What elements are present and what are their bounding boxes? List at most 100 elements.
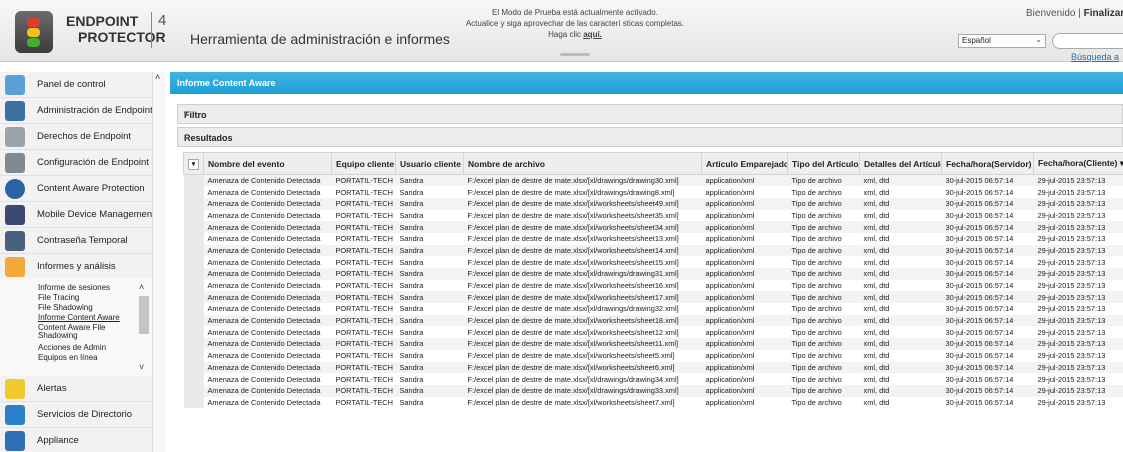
submenu-session-report[interactable]: Informe de sesiones <box>38 284 110 292</box>
shield-icon <box>5 179 25 199</box>
table-row[interactable]: Amenaza de Contenido Detectada PORTATIL-T… <box>183 256 1123 268</box>
row-selector[interactable] <box>183 373 204 385</box>
cell-event: Amenaza de Contenido Detectada <box>207 351 321 361</box>
row-selector[interactable] <box>183 279 204 292</box>
chevron-up-icon[interactable]: ˄ <box>155 72 160 82</box>
cell-item-type: Tipo de archivo <box>791 234 842 244</box>
column-header-matched-item[interactable]: Artículo Emparejado <box>701 152 788 175</box>
sidebar-scrollbar[interactable]: ˄ <box>152 72 166 452</box>
cell-matched-item: application/xml <box>705 351 755 361</box>
table-row[interactable]: Amenaza de Contenido Detectada PORTATIL-T… <box>183 373 1123 385</box>
table-row[interactable]: Amenaza de Contenido Detectada PORTATIL-T… <box>183 174 1123 187</box>
column-menu-button[interactable]: ▾ <box>183 152 204 175</box>
sidebar-item-alerts[interactable]: Alertas <box>0 376 152 402</box>
submenu-content-aware-report[interactable]: Informe Content Aware <box>38 314 120 322</box>
column-header-event[interactable]: Nombre del evento <box>203 152 332 175</box>
cell-user: Sandra <box>395 338 464 350</box>
sidebar-item-temp-password[interactable]: Contraseña Temporal <box>0 228 152 254</box>
table-row[interactable]: Amenaza de Contenido Detectada PORTATIL-T… <box>183 291 1123 304</box>
cell-computer: PORTATIL-TECH <box>335 327 394 337</box>
column-header-client-time[interactable]: Fecha/hora(Cliente) ▾ <box>1033 152 1123 175</box>
advanced-search-link[interactable]: Búsqueda a <box>1071 52 1119 62</box>
submenu-content-aware-shadowing-2[interactable]: Shadowing <box>38 332 78 340</box>
row-selector[interactable] <box>183 326 204 339</box>
submenu-scrollbar[interactable]: ˄ ˅ <box>138 282 150 374</box>
sidebar-item-dashboard[interactable]: Panel de control <box>0 72 152 98</box>
column-header-file[interactable]: Nombre de archivo <box>463 152 702 175</box>
cell-user: Sandra <box>395 244 464 257</box>
row-selector[interactable] <box>183 244 204 257</box>
submenu-online-computers[interactable]: Equipos en línea <box>38 354 98 362</box>
table-row[interactable]: Amenaza de Contenido Detectada PORTATIL-T… <box>183 268 1123 280</box>
cell-computer: PORTATIL-TECH <box>331 384 396 397</box>
table-row[interactable]: Amenaza de Contenido Detectada PORTATIL-T… <box>183 221 1123 233</box>
table-row[interactable]: Amenaza de Contenido Detectada PORTATIL-T… <box>183 279 1123 292</box>
column-header-item-details[interactable]: Detalles del Artículo <box>859 152 942 175</box>
table-row[interactable]: Amenaza de Contenido Detectada PORTATIL-T… <box>183 232 1123 245</box>
submenu-scroll-thumb[interactable] <box>139 296 149 334</box>
sidebar-item-directory[interactable]: Servicios de Directorio <box>0 402 152 428</box>
language-select[interactable]: Español ⌄ <box>958 34 1046 48</box>
sidebar-item-mobile-device[interactable]: Mobile Device Management <box>0 202 155 228</box>
row-selector[interactable] <box>183 291 204 304</box>
sidebar-item-content-aware[interactable]: Content Aware Protection <box>0 176 152 202</box>
row-selector[interactable] <box>183 303 204 315</box>
header-collapse-handle[interactable] <box>560 53 590 56</box>
table-row[interactable]: Amenaza de Contenido Detectada PORTATIL-T… <box>183 314 1123 327</box>
cell-user: Sandra <box>399 397 424 407</box>
row-selector[interactable] <box>183 396 204 409</box>
row-selector[interactable] <box>183 361 204 374</box>
cell-event: Amenaza de Contenido Detectada <box>207 210 321 220</box>
cell-matched-item: application/xml <box>701 361 788 374</box>
row-selector[interactable] <box>183 221 204 233</box>
table-row[interactable]: Amenaza de Contenido Detectada PORTATIL-T… <box>183 349 1123 362</box>
chevron-down-icon[interactable]: ▾ <box>188 158 199 170</box>
cell-item-type: Tipo de archivo <box>791 257 842 267</box>
logout-link[interactable]: Finalizar <box>1084 8 1123 19</box>
row-selector[interactable] <box>183 197 204 210</box>
table-row[interactable]: Amenaza de Contenido Detectada PORTATIL-T… <box>183 209 1123 222</box>
row-selector[interactable] <box>183 174 204 187</box>
column-header-item-type[interactable]: Tipo del Artículo <box>787 152 860 175</box>
submenu-admin-actions[interactable]: Acciones de Admin <box>38 344 106 352</box>
dashboard-icon <box>5 75 25 95</box>
column-header-user[interactable]: Usuario cliente <box>395 152 464 175</box>
sidebar-item-appliance[interactable]: Appliance <box>0 428 152 452</box>
test-mode-link[interactable]: aquí. <box>583 30 602 39</box>
results-panel-header[interactable]: Resultados <box>177 127 1123 147</box>
cell-item-type: Tipo de archivo <box>791 327 842 337</box>
table-row[interactable]: Amenaza de Contenido Detectada PORTATIL-T… <box>183 197 1123 210</box>
sidebar-item-endpoint-admin[interactable]: Administración de Endpoint <box>0 98 153 124</box>
table-row[interactable]: Amenaza de Contenido Detectada PORTATIL-T… <box>183 384 1123 397</box>
table-row[interactable]: Amenaza de Contenido Detectada PORTATIL-T… <box>183 303 1123 315</box>
sidebar-item-endpoint-rights[interactable]: Derechos de Endpoint <box>0 124 152 150</box>
submenu-file-shadowing[interactable]: File Shadowing <box>38 304 93 312</box>
row-selector[interactable] <box>183 256 204 268</box>
column-header-server-time[interactable]: Fecha/hora(Servidor) <box>941 152 1034 175</box>
table-row[interactable]: Amenaza de Contenido Detectada PORTATIL-T… <box>183 361 1123 374</box>
cell-item-details: xml, dtd <box>863 187 890 197</box>
column-header-computer[interactable]: Equipo cliente <box>331 152 396 175</box>
row-selector[interactable] <box>183 268 204 280</box>
table-row[interactable]: Amenaza de Contenido Detectada PORTATIL-T… <box>183 186 1123 198</box>
row-selector[interactable] <box>183 209 204 222</box>
chevron-up-icon[interactable]: ˄ <box>139 282 144 292</box>
submenu-file-tracing[interactable]: File Tracing <box>38 294 79 302</box>
table-row[interactable]: Amenaza de Contenido Detectada PORTATIL-T… <box>183 338 1123 350</box>
table-row[interactable]: Amenaza de Contenido Detectada PORTATIL-T… <box>183 396 1123 409</box>
table-row[interactable]: Amenaza de Contenido Detectada PORTATIL-T… <box>183 244 1123 257</box>
sidebar-item-reports[interactable]: Informes y análisis <box>0 254 152 280</box>
row-selector[interactable] <box>183 314 204 327</box>
row-selector[interactable] <box>183 232 204 245</box>
chevron-down-icon[interactable]: ˅ <box>139 362 144 372</box>
search-input[interactable] <box>1052 33 1123 49</box>
row-selector[interactable] <box>183 349 204 362</box>
filter-panel-header[interactable]: Filtro ▾ <box>177 104 1123 124</box>
row-selector[interactable] <box>183 384 204 397</box>
table-row[interactable]: Amenaza de Contenido Detectada PORTATIL-T… <box>183 326 1123 339</box>
row-selector[interactable] <box>183 186 204 198</box>
row-selector[interactable] <box>183 338 204 350</box>
cell-event: Amenaza de Contenido Detectada <box>203 174 332 187</box>
test-mode-notice: El Modo de Prueba está actualmente activ… <box>465 8 685 39</box>
sidebar-item-endpoint-config[interactable]: Configuración de Endpoint <box>0 150 152 176</box>
